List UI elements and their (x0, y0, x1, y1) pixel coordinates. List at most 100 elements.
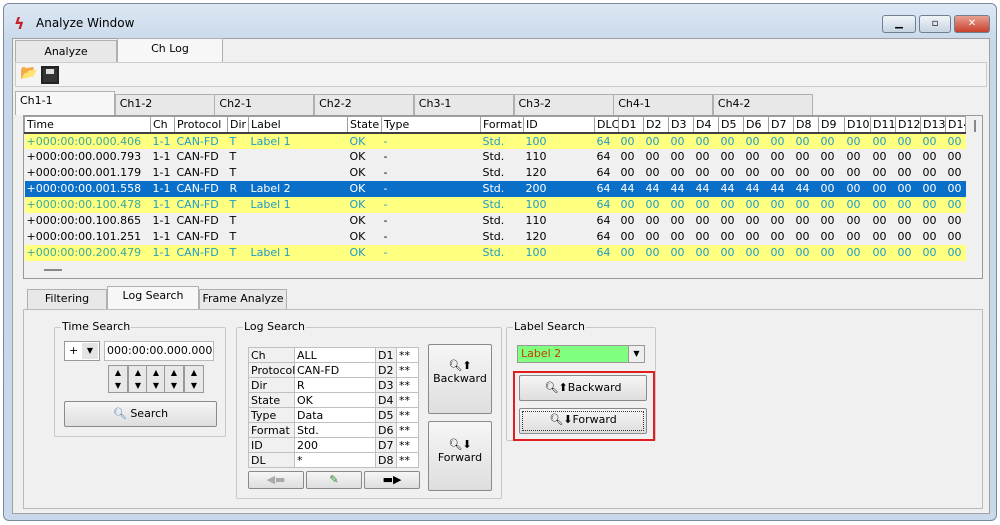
time-search-button[interactable]: 🔍︎ Search (64, 401, 217, 427)
data-byte-value[interactable]: ** (396, 422, 419, 438)
table-row[interactable]: +000:00:00.000.406 1-1 CAN-FD T Label 1 OK - St… (24, 132, 966, 149)
condition-value[interactable]: CAN-FD (294, 362, 376, 378)
tab-ch-log[interactable]: Ch Log (117, 38, 223, 62)
data-byte-value[interactable]: ** (396, 392, 419, 408)
data-byte-value[interactable]: ** (396, 362, 419, 378)
table-row[interactable]: +000:00:00.100.865 1-1 CAN-FD T OK - Std. 110 64… (25, 213, 966, 229)
column-header[interactable]: D4 (693, 116, 719, 134)
column-header[interactable]: D9 (818, 116, 845, 134)
column-header[interactable]: D14 (945, 116, 966, 134)
column-header[interactable]: D6 (743, 116, 769, 134)
condition-row[interactable]: Protocol CAN-FD D2 ** (248, 362, 419, 378)
column-header[interactable]: D10 (844, 116, 871, 134)
minute-spinner[interactable]: ▲ ▼ (128, 365, 148, 393)
vertical-scrollbar[interactable] (968, 116, 982, 266)
channel-tab-ch3-2[interactable]: Ch3-2 (513, 94, 614, 115)
column-header[interactable]: Dir (227, 116, 249, 134)
condition-row[interactable]: Format Std. D6 ** (248, 422, 419, 438)
column-header[interactable]: Format (480, 116, 524, 134)
channel-tab-ch2-1[interactable]: Ch2-1 (214, 94, 315, 115)
table-cell: 00 (846, 230, 861, 243)
prev-condition-button[interactable]: ◀▬ (248, 471, 304, 489)
column-header[interactable]: D8 (793, 116, 819, 134)
condition-row[interactable]: State OK D4 ** (248, 392, 419, 408)
condition-row[interactable]: DL * D8 ** (248, 452, 419, 468)
ms-spinner[interactable]: ▲ ▼ (164, 365, 184, 393)
column-header[interactable]: Time (24, 116, 151, 134)
table-cell: T (229, 150, 237, 163)
tab-log-search[interactable]: Log Search (107, 286, 199, 309)
column-header[interactable]: DLC (594, 116, 619, 134)
column-header[interactable]: Type (381, 116, 481, 134)
label-backward-button[interactable]: 🔍︎⬆Backward (519, 375, 647, 401)
data-byte-value[interactable]: ** (396, 407, 419, 423)
table-row[interactable]: +000:00:00.001.179 1-1 CAN-FD T OK - Std. 120 64… (25, 165, 966, 181)
column-header[interactable]: Ch (150, 116, 175, 134)
table-cell: 00 (818, 196, 845, 213)
table-row[interactable]: +000:00:00.001.558 1-1 CAN-FD R Label 2 OK - St… (24, 180, 966, 197)
channel-tab-ch4-2[interactable]: Ch4-2 (712, 94, 813, 115)
sign-select[interactable]: + ▼ (64, 341, 100, 361)
label-select[interactable]: Label 2 ▼ (517, 345, 645, 363)
condition-value[interactable]: Std. (294, 422, 376, 438)
chevron-down-icon[interactable]: ▼ (82, 343, 98, 359)
column-header[interactable]: D5 (718, 116, 744, 134)
column-header[interactable]: State (347, 116, 382, 134)
column-header[interactable]: D12 (895, 116, 921, 134)
condition-row[interactable]: Type Data D5 ** (248, 407, 419, 423)
channel-tab-ch1-1[interactable]: Ch1-1 (15, 91, 115, 115)
minimize-button[interactable]: ▁ (882, 15, 916, 33)
table-row[interactable]: +000:00:00.100.478 1-1 CAN-FD T Label 1 OK - St… (24, 196, 966, 213)
condition-value[interactable]: ALL (294, 347, 376, 363)
column-header[interactable]: ID (523, 116, 595, 134)
condition-value[interactable]: 200 (294, 437, 376, 453)
column-header[interactable]: D1 (618, 116, 644, 134)
column-header[interactable]: D13 (920, 116, 946, 134)
maximize-button[interactable]: ▫ (919, 15, 951, 33)
us-spinner[interactable]: ▲ ▼ (184, 365, 204, 393)
table-row[interactable]: +000:00:00.200.479 1-1 CAN-FD T Label 1 OK - St… (24, 244, 966, 261)
edit-condition-button[interactable]: ✎ (306, 471, 362, 489)
table-cell: +000:00:00.000.793 (26, 150, 142, 163)
label-forward-button[interactable]: 🔍︎⬇Forward (519, 408, 647, 434)
tab-filtering[interactable]: Filtering (27, 289, 107, 309)
column-header[interactable]: D11 (870, 116, 896, 134)
column-header[interactable]: D3 (668, 116, 694, 134)
next-condition-button[interactable]: ▬▶ (364, 471, 420, 489)
condition-value[interactable]: * (294, 452, 376, 468)
column-header[interactable]: D2 (643, 116, 669, 134)
second-spinner[interactable]: ▲ ▼ (146, 365, 166, 393)
table-row[interactable]: +000:00:00.101.251 1-1 CAN-FD T OK - Std. 120 64… (25, 229, 966, 245)
hour-spinner[interactable]: ▲ ▼ (108, 365, 128, 393)
forward-label: Forward (437, 451, 483, 464)
channel-tab-ch1-2[interactable]: Ch1-2 (114, 94, 215, 115)
data-byte-value[interactable]: ** (396, 437, 419, 453)
channel-tab-ch3-1[interactable]: Ch3-1 (413, 94, 514, 115)
chevron-down-icon[interactable]: ▼ (628, 346, 644, 362)
column-header[interactable]: Label (248, 116, 348, 134)
table-row[interactable]: +000:00:00.000.793 1-1 CAN-FD T OK - Std. 110 64… (25, 149, 966, 165)
condition-value[interactable]: R (294, 377, 376, 393)
column-header[interactable]: Protocol (174, 116, 228, 134)
data-byte-value[interactable]: ** (396, 377, 419, 393)
close-button[interactable]: ✕ (954, 15, 990, 33)
condition-row[interactable]: Ch ALL D1 ** (248, 347, 419, 363)
channel-tab-ch4-1[interactable]: Ch4-1 (613, 94, 714, 115)
folder-open-icon[interactable]: 📂 (19, 65, 39, 85)
data-byte-value[interactable]: ** (396, 347, 419, 363)
condition-row[interactable]: Dir R D3 ** (248, 377, 419, 393)
condition-value[interactable]: Data (294, 407, 376, 423)
log-forward-button[interactable]: 🔍︎⬇ Forward (428, 421, 492, 491)
tab-frame-analyze[interactable]: Frame Analyze (199, 289, 287, 309)
condition-row[interactable]: ID 200 D7 ** (248, 437, 419, 453)
horizontal-scrollbar-thumb[interactable] (44, 269, 62, 271)
table-cell: 00 (618, 132, 644, 149)
time-input[interactable]: 000:00:00.000.000 (104, 341, 214, 361)
log-backward-button[interactable]: 🔍︎⬆ Backward (428, 344, 492, 414)
column-header[interactable]: D7 (768, 116, 794, 134)
save-icon[interactable] (41, 66, 59, 84)
channel-tab-ch2-2[interactable]: Ch2-2 (314, 94, 415, 115)
tab-analyze[interactable]: Analyze (15, 40, 117, 62)
condition-value[interactable]: OK (294, 392, 376, 408)
data-byte-value[interactable]: ** (396, 452, 419, 468)
